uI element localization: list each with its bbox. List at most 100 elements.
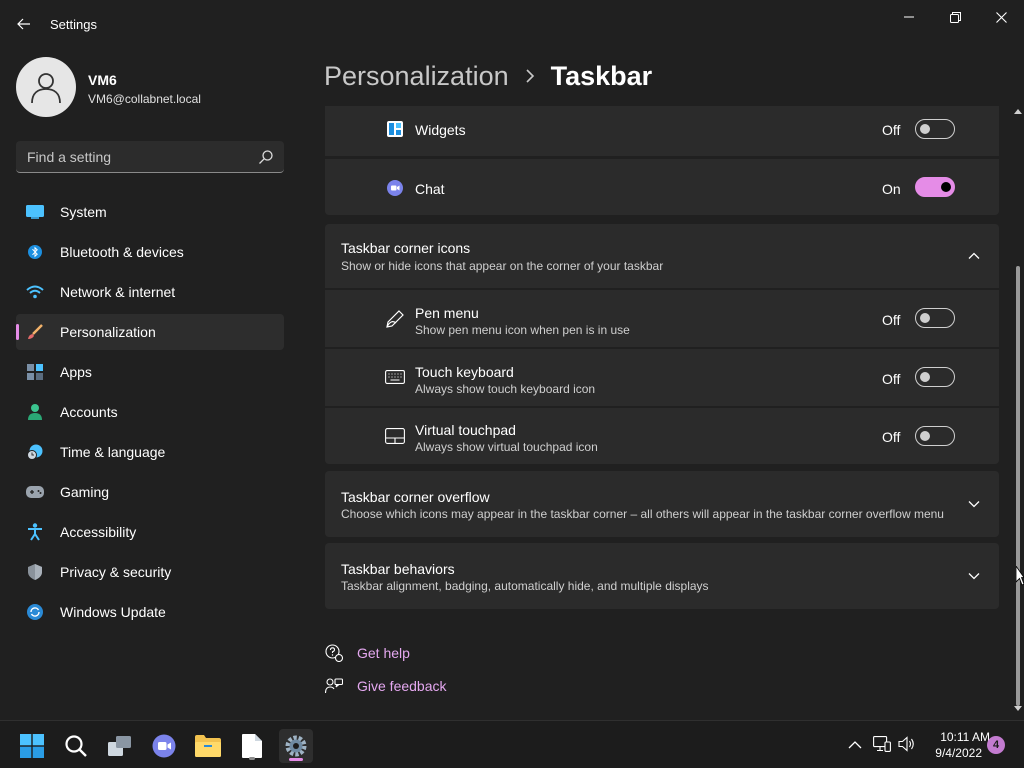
folder-icon	[195, 735, 221, 757]
virtual-touchpad-toggle[interactable]	[915, 426, 955, 446]
restore-button[interactable]	[932, 6, 978, 28]
sidebar-item-label: Time & language	[60, 444, 166, 460]
virtual-touchpad-title: Virtual touchpad	[415, 422, 516, 438]
breadcrumb-parent-link[interactable]: Personalization	[324, 61, 509, 92]
pen-menu-title: Pen menu	[415, 305, 479, 321]
task-view-button[interactable]	[103, 729, 137, 763]
sidebar-item-label: Gaming	[60, 484, 110, 500]
minimize-icon	[904, 16, 914, 18]
taskbar-search-button[interactable]	[59, 729, 93, 763]
sidebar-item-label: Windows Update	[60, 604, 166, 620]
sidebar-item-gaming[interactable]: Gaming	[16, 474, 284, 510]
settings-app-button[interactable]	[279, 729, 313, 763]
chevron-up-icon	[848, 740, 862, 748]
corner-overflow-section[interactable]: Taskbar corner overflow Choose which ico…	[325, 471, 999, 537]
close-button[interactable]	[978, 6, 1024, 28]
sidebar-item-label: Apps	[60, 364, 92, 380]
sidebar-item-label: Personalization	[60, 324, 156, 340]
chevron-down-icon	[968, 501, 980, 508]
get-help-label: Get help	[357, 645, 410, 661]
search-icon	[65, 735, 87, 757]
sidebar-item-label: Network & internet	[60, 284, 176, 300]
minimize-button[interactable]	[886, 6, 932, 28]
notepad-button[interactable]	[235, 729, 269, 763]
sidebar-item-windows-update[interactable]: Windows Update	[16, 594, 284, 630]
back-button[interactable]	[10, 10, 38, 38]
sidebar-item-label: Bluetooth & devices	[60, 244, 184, 260]
mouse-cursor-icon	[1016, 566, 1024, 586]
clock-globe-icon	[26, 444, 44, 460]
breadcrumb: Personalization Taskbar	[324, 58, 652, 94]
corner-icons-title: Taskbar corner icons	[341, 240, 471, 256]
scroll-up-icon[interactable]	[1014, 108, 1022, 114]
chevron-down-icon	[968, 573, 980, 580]
page-title: Taskbar	[550, 60, 653, 91]
sidebar-item-bluetooth[interactable]: Bluetooth & devices	[16, 234, 284, 270]
touch-keyboard-toggle[interactable]	[915, 367, 955, 387]
touch-keyboard-title: Touch keyboard	[415, 364, 514, 380]
clock-time[interactable]: 10:11 AM	[922, 730, 990, 744]
bluetooth-icon	[26, 244, 44, 260]
sidebar-item-personalization[interactable]: Personalization	[16, 314, 284, 350]
chat-row: Chat On	[325, 159, 999, 215]
sidebar-item-label: Privacy & security	[60, 564, 172, 580]
search-icon[interactable]	[258, 149, 274, 165]
widgets-label: Widgets	[415, 122, 466, 138]
notification-badge[interactable]: 4	[987, 736, 1005, 754]
person-icon	[31, 73, 61, 104]
accessibility-icon	[26, 523, 44, 541]
person-icon	[26, 404, 44, 420]
give-feedback-link[interactable]: Give feedback	[324, 674, 447, 698]
sidebar-item-network[interactable]: Network & internet	[16, 274, 284, 310]
sidebar-item-time-language[interactable]: Time & language	[16, 434, 284, 470]
refresh-icon	[26, 604, 44, 620]
search-input[interactable]	[16, 141, 246, 172]
search-box[interactable]	[16, 141, 284, 173]
chevron-right-icon	[525, 69, 535, 83]
pen-menu-row: Pen menu Show pen menu icon when pen is …	[325, 290, 999, 347]
sidebar-item-privacy[interactable]: Privacy & security	[16, 554, 284, 590]
pen-menu-toggle[interactable]	[915, 308, 955, 328]
clock-date[interactable]: 9/4/2022	[922, 746, 982, 760]
sidebar-item-label: Accounts	[60, 404, 118, 420]
widgets-toggle[interactable]	[915, 119, 955, 139]
gear-icon	[285, 735, 307, 757]
file-explorer-button[interactable]	[191, 729, 225, 763]
chat-app-button[interactable]	[147, 729, 181, 763]
speaker-icon	[898, 736, 914, 752]
touchpad-icon	[385, 426, 405, 446]
restore-icon	[949, 11, 961, 23]
tray-overflow-button[interactable]	[844, 733, 866, 755]
widgets-icon	[385, 119, 405, 139]
avatar[interactable]	[16, 57, 76, 117]
scrollbar[interactable]	[1013, 106, 1023, 718]
corner-icons-header[interactable]: Taskbar corner icons Show or hide icons …	[325, 224, 999, 288]
touch-keyboard-state: Off	[882, 371, 901, 387]
corner-icons-subtitle: Show or hide icons that appear on the co…	[341, 259, 664, 273]
shield-icon	[26, 564, 44, 580]
behaviors-title: Taskbar behaviors	[341, 561, 455, 577]
sidebar-item-accessibility[interactable]: Accessibility	[16, 514, 284, 550]
corner-overflow-title: Taskbar corner overflow	[341, 489, 490, 505]
sidebar-item-label: System	[60, 204, 107, 220]
toggle-knob	[920, 372, 930, 382]
corner-overflow-subtitle: Choose which icons may appear in the tas…	[341, 507, 944, 521]
monitor-icon	[26, 204, 44, 220]
behaviors-section[interactable]: Taskbar behaviors Taskbar alignment, bad…	[325, 543, 999, 609]
start-button[interactable]	[15, 729, 49, 763]
pen-menu-subtitle: Show pen menu icon when pen is in use	[415, 323, 630, 337]
help-icon	[324, 643, 344, 663]
network-tray-icon[interactable]	[871, 733, 893, 755]
running-indicator	[249, 757, 255, 760]
scrollbar-thumb[interactable]	[1016, 266, 1020, 706]
sidebar-item-apps[interactable]: Apps	[16, 354, 284, 390]
volume-tray-icon[interactable]	[896, 733, 918, 755]
sidebar-item-accounts[interactable]: Accounts	[16, 394, 284, 430]
gamepad-icon	[26, 484, 44, 500]
give-feedback-label: Give feedback	[357, 678, 447, 694]
get-help-link[interactable]: Get help	[324, 641, 410, 665]
scroll-down-icon[interactable]	[1014, 706, 1022, 712]
chat-toggle[interactable]	[915, 177, 955, 197]
task-view-icon	[108, 736, 131, 756]
sidebar-item-system[interactable]: System	[16, 194, 284, 230]
